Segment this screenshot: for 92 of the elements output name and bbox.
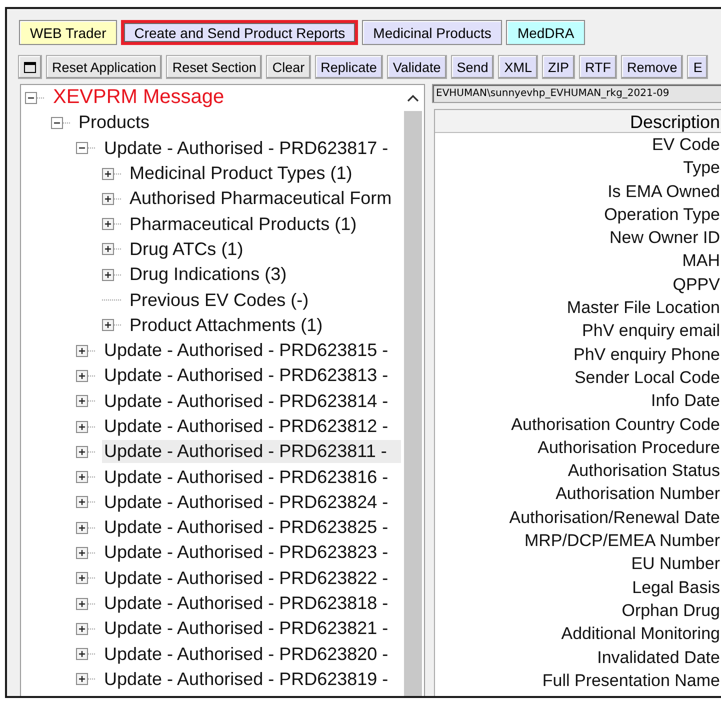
table-cell-text: Orphan Drug (620, 600, 721, 622)
toolbar-button[interactable]: XML (498, 55, 538, 79)
table-cell-text: Authorisation/Renewal Date (508, 506, 721, 529)
tree-item[interactable]: Update - Authorised - PRD623820 - (102, 642, 390, 666)
window-button[interactable] (18, 55, 42, 79)
toolbar-button[interactable]: RTF (579, 55, 618, 79)
tree-item[interactable]: Product Attachments (1) (128, 314, 325, 337)
expand-icon[interactable] (76, 420, 96, 432)
tree-item[interactable]: Medicinal Product Types (1) (128, 162, 354, 186)
tree-item[interactable]: Update - Authorised - PRD623811 - (102, 440, 401, 464)
tree-item[interactable]: Update - Authorised - PRD623817 - (102, 136, 390, 160)
table-cell-text: Full Presentation Name (541, 670, 721, 692)
table-cell-text: Invalidated Date (596, 646, 721, 669)
table-cell-text: EV Code (650, 134, 721, 156)
expand-icon[interactable] (76, 471, 96, 484)
table-cell-text: New Owner ID (608, 227, 721, 250)
path-field[interactable]: EVHUMAN\sunnyevhp_EVHUMAN_rkg_2021-09 (432, 84, 721, 103)
tree-item[interactable]: Update - Authorised - PRD623823 - (102, 541, 390, 564)
collapse-icon[interactable] (76, 142, 96, 154)
table-cell-text: Sender Local Code (573, 366, 721, 389)
table-cell-text: Additional Monitoring (560, 623, 721, 646)
tree-item[interactable]: Update - Authorised - PRD623818 - (102, 592, 390, 616)
tree-item[interactable]: Products (76, 111, 152, 134)
expand-icon[interactable] (76, 344, 96, 357)
table-cell-text: Type (682, 157, 721, 180)
table-cell-text: Is EMA Owned (606, 180, 721, 203)
toolbar-button[interactable]: Validate (386, 55, 447, 79)
expand-icon[interactable] (76, 546, 96, 559)
window-icon (24, 62, 36, 72)
tree-item[interactable]: Update - Authorised - PRD623815 - (102, 339, 390, 362)
expand-icon[interactable] (102, 218, 122, 230)
expand-icon[interactable] (102, 268, 122, 281)
expand-icon[interactable] (102, 192, 122, 205)
tree-item[interactable]: Update - Authorised - PRD623821 - (102, 617, 390, 640)
tree-item[interactable]: Update - Authorised - PRD623824 - (102, 490, 390, 514)
expand-icon[interactable] (76, 673, 96, 686)
expand-icon[interactable] (76, 572, 96, 584)
tree-item[interactable]: Update - Authorised - PRD623825 - (102, 516, 390, 540)
tab[interactable]: Medicinal Products (362, 20, 502, 45)
tree-item[interactable]: Update - Authorised - PRD623819 - (102, 668, 390, 691)
toolbar-button[interactable]: Clear (266, 55, 311, 79)
table-cell-text: Authorisation Number (554, 483, 721, 506)
table-cell-text: EU Number (630, 553, 721, 576)
tree-item[interactable]: Update - Authorised - PRD623822 - (102, 566, 390, 590)
expand-icon[interactable] (76, 370, 96, 382)
tree-item[interactable]: XEVPRM Message (51, 86, 226, 110)
scroll-up-icon[interactable] (406, 94, 418, 102)
tab[interactable]: WEB Trader (19, 20, 118, 45)
toolbar-button[interactable]: Send (450, 55, 494, 79)
toolbar-button[interactable]: E (687, 55, 708, 79)
expand-icon[interactable] (76, 522, 96, 534)
table-cell-text: PhV enquiry Phone (572, 344, 721, 366)
table-cell-text: Authorisation Procedure (536, 436, 721, 459)
expand-icon[interactable] (76, 496, 96, 508)
collapse-icon[interactable] (25, 92, 45, 104)
tree-item[interactable]: Update - Authorised - PRD623814 - (102, 390, 390, 413)
table-cell-text: PhV enquiry email (581, 320, 721, 342)
tree-item[interactable]: Authorised Pharmaceutical Form (128, 187, 394, 210)
tab[interactable]: Create and Send Product Reports (121, 20, 358, 45)
column-header[interactable]: Description (435, 110, 721, 133)
table-cell-text: Authorisation Country Code (510, 414, 721, 436)
toolbar-button[interactable]: Remove (621, 55, 684, 79)
tree-item[interactable]: Drug Indications (3) (128, 263, 289, 286)
toolbar-button[interactable]: Replicate (314, 55, 383, 79)
table-cell-text: Legal Basis (631, 576, 721, 599)
expand-icon[interactable] (76, 446, 96, 458)
tab[interactable]: MedDRA (506, 20, 586, 45)
expand-icon[interactable] (102, 319, 122, 332)
collapse-icon[interactable] (50, 116, 70, 129)
toolbar-button[interactable]: Reset Section (166, 55, 262, 79)
table-cell-text: Authorisation Status (566, 460, 721, 482)
tree-item[interactable]: Update - Authorised - PRD623816 - (102, 466, 390, 489)
expand-icon[interactable] (102, 168, 122, 180)
tree-item[interactable]: Update - Authorised - PRD623813 - (102, 364, 390, 388)
table-cell-text: MRP/DCP/EMEA Number (523, 530, 721, 552)
toolbar-button[interactable]: Reset Application (46, 55, 162, 79)
scrollbar-thumb[interactable] (404, 111, 422, 696)
expand-icon[interactable] (76, 648, 96, 660)
table-cell-text: Operation Type (603, 204, 721, 226)
toolbar-button[interactable]: ZIP (542, 55, 576, 79)
table-cell-text: Master File Location (566, 297, 721, 320)
tree-item[interactable]: Pharmaceutical Products (1) (128, 212, 359, 236)
expand-icon[interactable] (76, 395, 96, 408)
table-cell-text: QPPV (672, 274, 721, 296)
tree-item[interactable]: Update - Authorised - PRD623812 - (102, 415, 390, 438)
tree-item[interactable]: Drug ATCs (1) (128, 238, 246, 261)
table-cell-text: Info Date (650, 390, 721, 412)
expand-icon[interactable] (76, 622, 96, 635)
expand-icon[interactable] (76, 598, 96, 610)
expand-icon[interactable] (102, 243, 122, 256)
table-cell-text: MAH (681, 250, 721, 272)
tree-item[interactable]: Previous EV Codes (-) (128, 288, 311, 312)
